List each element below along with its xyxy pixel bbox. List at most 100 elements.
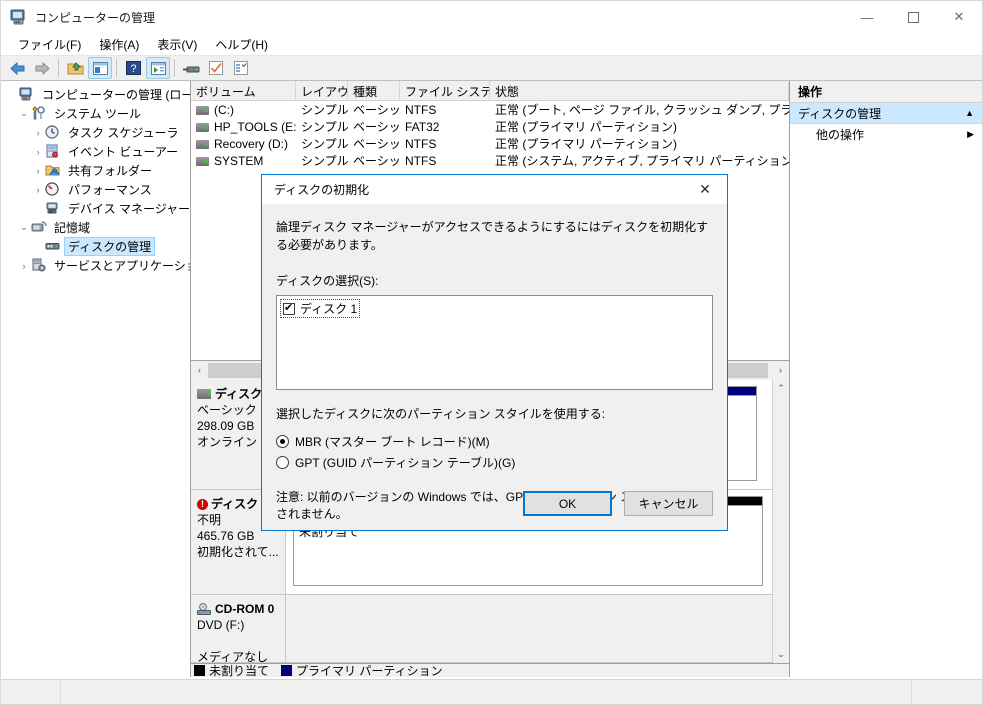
show-tree-icon[interactable]: [63, 57, 87, 79]
maximize-button[interactable]: [890, 1, 936, 33]
column-header-layout[interactable]: レイアウト: [296, 81, 348, 100]
actions-group-disk-management[interactable]: ディスクの管理 ▲: [790, 103, 982, 124]
column-header-volume[interactable]: ボリューム: [191, 81, 296, 100]
action-item-more-actions[interactable]: 他の操作 ▶: [790, 124, 982, 145]
table-row[interactable]: SYSTEM シンプル ベーシック NTFS 正常 (システム, アクティブ, …: [191, 152, 789, 169]
disk-management-icon: [45, 239, 63, 255]
cell-status: 正常 (プライマリ パーティション): [495, 120, 677, 134]
disk-size: [197, 633, 281, 649]
list-item[interactable]: ディスク 1: [280, 299, 361, 318]
console-tree-icon[interactable]: [88, 57, 112, 79]
legend-label-primary: プライマリ パーティション: [296, 664, 443, 677]
status-pane-right: [912, 680, 982, 704]
actions-pane-header: 操作: [790, 81, 982, 103]
actions-group-label: ディスクの管理: [798, 106, 882, 121]
disk-view-vscrollbar[interactable]: ⌃ ⌄: [772, 380, 789, 663]
scroll-up-arrow-icon[interactable]: ⌃: [773, 380, 789, 397]
chevron-right-icon[interactable]: ›: [31, 166, 45, 176]
legend-label-unallocated: 未割り当て: [209, 664, 270, 677]
dialog-title-bar: ディスクの初期化 ✕: [262, 175, 727, 204]
chevron-right-icon[interactable]: ›: [31, 185, 45, 195]
storage-icon: [31, 220, 49, 236]
disk-name: ディスク 1: [211, 497, 269, 511]
radio-option-mbr[interactable]: MBR (マスター ブート レコード)(M): [276, 431, 713, 452]
tree-item-computer-management[interactable]: コンピューターの管理 (ローカル): [3, 85, 190, 104]
tree-label: ディスクの管理: [64, 237, 156, 256]
chevron-down-icon[interactable]: ⌄: [17, 108, 31, 119]
task-list-icon[interactable]: [229, 57, 253, 79]
cell-type: ベーシック: [353, 154, 400, 168]
disk-select-label: ディスクの選択(S):: [276, 274, 379, 288]
rescan-disks-icon[interactable]: [179, 57, 203, 79]
tree-item-device-manager[interactable]: デバイス マネージャー: [3, 199, 190, 218]
cell-volume: (C:): [214, 102, 234, 117]
tree-item-task-scheduler[interactable]: › タスク スケジューラ: [3, 123, 190, 142]
scroll-right-arrow-icon[interactable]: ›: [772, 361, 789, 379]
back-arrow-icon[interactable]: [5, 57, 29, 79]
disk-row[interactable]: CD-ROM 0 DVD (F:) メディアなし: [191, 595, 789, 663]
menu-action[interactable]: 操作(A): [90, 34, 148, 55]
close-button[interactable]: ✕: [936, 1, 982, 33]
tree-item-performance[interactable]: › パフォーマンス: [3, 180, 190, 199]
radio-mbr-indicator[interactable]: [276, 435, 289, 448]
menu-file[interactable]: ファイル(F): [9, 34, 90, 55]
column-header-filesystem[interactable]: ファイル システム: [400, 81, 490, 100]
scroll-left-arrow-icon[interactable]: ‹: [191, 361, 208, 379]
chevron-right-icon[interactable]: ›: [17, 261, 31, 271]
properties-icon[interactable]: [204, 57, 228, 79]
help-icon[interactable]: ?: [121, 57, 145, 79]
tree-label: 共有フォルダー: [68, 164, 153, 178]
disk-checkbox[interactable]: [283, 301, 295, 315]
menu-bar: ファイル(F) 操作(A) 表示(V) ヘルプ(H): [1, 33, 982, 55]
cdrom-icon: [197, 603, 212, 615]
error-icon: !: [197, 498, 208, 510]
window-title: コンピューターの管理: [35, 10, 156, 25]
computer-icon: [19, 87, 37, 103]
tree-label: サービスとアプリケーション: [54, 259, 190, 273]
tree-item-event-viewer[interactable]: › イベント ビューアー: [3, 142, 190, 161]
scroll-down-arrow-icon[interactable]: ⌄: [773, 646, 789, 663]
chevron-down-icon[interactable]: ⌄: [17, 222, 31, 233]
cancel-button[interactable]: キャンセル: [624, 491, 713, 516]
table-row[interactable]: (C:) シンプル ベーシック NTFS 正常 (ブート, ページ ファイル, …: [191, 101, 789, 118]
chevron-up-icon[interactable]: ▲: [965, 108, 974, 118]
ok-button[interactable]: OK: [523, 491, 612, 516]
status-bar: [1, 679, 982, 704]
radio-gpt-indicator[interactable]: [276, 456, 289, 469]
partition-legend: 未割り当て プライマリ パーティション: [191, 663, 789, 677]
dialog-close-button[interactable]: ✕: [683, 175, 727, 204]
disk-select-listbox[interactable]: ディスク 1: [276, 295, 713, 390]
chevron-right-icon[interactable]: ›: [31, 128, 45, 138]
cell-filesystem: FAT32: [405, 119, 440, 134]
volume-icon: [196, 139, 209, 149]
tree-label: イベント ビューアー: [68, 145, 179, 159]
cell-filesystem: NTFS: [405, 153, 437, 168]
disk-name: CD-ROM 0: [215, 602, 275, 616]
cell-filesystem: NTFS: [405, 136, 437, 151]
menu-help[interactable]: ヘルプ(H): [206, 34, 277, 55]
disk-info[interactable]: CD-ROM 0 DVD (F:) メディアなし: [191, 595, 286, 662]
table-row[interactable]: HP_TOOLS (E:) シンプル ベーシック FAT32 正常 (プライマリ…: [191, 118, 789, 135]
column-header-status[interactable]: 状態: [490, 81, 789, 100]
cell-layout: シンプル: [301, 103, 348, 117]
radio-option-gpt[interactable]: GPT (GUID パーティション テーブル)(G): [276, 452, 713, 473]
tree-item-storage[interactable]: ⌄ 記憶域: [3, 218, 190, 237]
column-header-type[interactable]: 種類: [348, 81, 400, 100]
minimize-button[interactable]: —: [844, 1, 890, 33]
computer-management-icon: [10, 9, 28, 25]
tree-item-disk-management[interactable]: ディスクの管理: [3, 237, 190, 256]
table-row[interactable]: Recovery (D:) シンプル ベーシック NTFS 正常 (プライマリ …: [191, 135, 789, 152]
disk-state: 初期化されて...: [197, 545, 279, 559]
dialog-title: ディスクの初期化: [274, 183, 370, 197]
volume-list-header: ボリューム レイアウト 種類 ファイル システム 状態: [191, 81, 789, 101]
legend-swatch-unallocated: [194, 665, 205, 676]
menu-view[interactable]: 表示(V): [148, 34, 206, 55]
chevron-right-icon[interactable]: ›: [31, 147, 45, 157]
tree-label: タスク スケジューラ: [68, 126, 179, 140]
tree-item-shared-folders[interactable]: › 共有フォルダー: [3, 161, 190, 180]
tree-item-system-tools[interactable]: ⌄ システム ツール: [3, 104, 190, 123]
tree-item-services-and-applications[interactable]: › サービスとアプリケーション: [3, 256, 190, 275]
disk-icon: [197, 389, 211, 399]
forward-arrow-icon[interactable]: [30, 57, 54, 79]
action-pane-icon[interactable]: [146, 57, 170, 79]
